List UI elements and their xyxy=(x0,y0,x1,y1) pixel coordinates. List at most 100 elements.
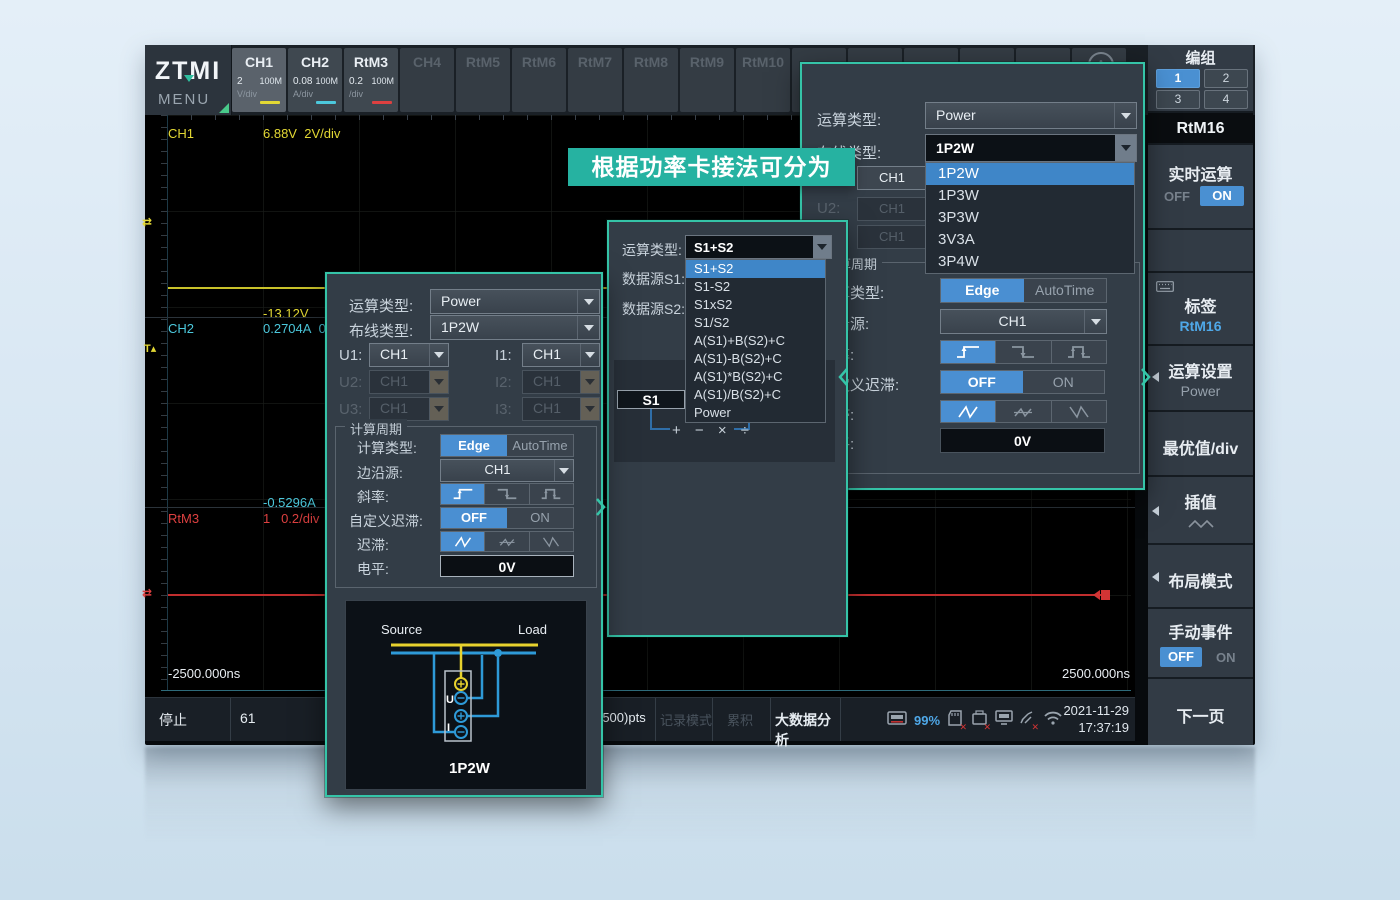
manual-event-off-option[interactable]: OFF xyxy=(1160,647,1202,667)
slope-rising-button[interactable] xyxy=(441,484,484,504)
option-a-minus-b-c[interactable]: A(S1)-B(S2)+C xyxy=(686,350,825,368)
wiring-type-dropdown[interactable]: 1P2W xyxy=(925,134,1137,162)
u1-source-dropdown[interactable]: CH1 xyxy=(857,166,927,190)
tab-label: RtM7 xyxy=(568,54,622,70)
option-a-div-b-c[interactable]: A(S1)/B(S2)+C xyxy=(686,386,825,404)
calc-settings-section[interactable]: 运算设置 Power xyxy=(1148,346,1253,412)
group-button-4[interactable]: 4 xyxy=(1204,90,1248,109)
level-value-field[interactable]: 0V xyxy=(440,555,574,577)
option-s1-div-s2[interactable]: S1/S2 xyxy=(686,314,825,332)
realtime-on-option[interactable]: ON xyxy=(1200,186,1244,206)
chevron-down-icon xyxy=(429,371,448,393)
tab-bandwidth: 100M xyxy=(315,76,338,86)
option-s1-plus-s2[interactable]: S1+S2 xyxy=(686,260,825,278)
autotime-option[interactable]: AutoTime xyxy=(507,435,573,456)
ch1-position-marker-icon[interactable]: ⇄ xyxy=(142,215,152,229)
option-a-plus-b-c[interactable]: A(S1)+B(S2)+C xyxy=(686,332,825,350)
option-s1-times-s2[interactable]: S1xS2 xyxy=(686,296,825,314)
option-a-times-b-c[interactable]: A(S1)*B(S2)+C xyxy=(686,368,825,386)
edge-autotime-toggle[interactable]: Edge AutoTime xyxy=(940,278,1107,303)
level-value-field[interactable]: 0V xyxy=(940,428,1105,453)
option-1p2w[interactable]: 1P2W xyxy=(926,163,1134,185)
chevron-down-icon xyxy=(1115,135,1136,161)
hysteresis-mid-button[interactable] xyxy=(484,532,528,551)
calc-type-dropdown[interactable]: S1+S2 xyxy=(685,235,832,259)
option-3v3a[interactable]: 3V3A xyxy=(926,229,1134,251)
best-value-div-section[interactable]: 最优值/div xyxy=(1148,412,1253,477)
tab-rtm3[interactable]: RtM3 0.2 100M /div xyxy=(344,48,398,112)
hysteresis-high-button[interactable] xyxy=(1051,401,1106,422)
ch1-readout: 6.88V 2V/div xyxy=(263,126,340,141)
edge-autotime-toggle[interactable]: Edge AutoTime xyxy=(440,434,574,457)
slope-falling-button[interactable] xyxy=(995,341,1050,363)
tab-rtm9[interactable]: RtM9 xyxy=(680,48,734,112)
big-data-cell[interactable]: 大数据分析 xyxy=(770,698,841,741)
record-mode-cell[interactable]: 记录模式 xyxy=(655,698,713,741)
interpolation-section[interactable]: 插值 xyxy=(1148,477,1253,545)
slope-both-button[interactable] xyxy=(1051,341,1106,363)
tab-ch1[interactable]: CH1 2 100M V/div xyxy=(232,48,286,112)
external-display-icon xyxy=(995,710,1013,731)
option-power[interactable]: Power xyxy=(686,404,825,422)
u3-source-dropdown: CH1 xyxy=(857,225,927,249)
edge-source-dropdown[interactable]: CH1 xyxy=(940,309,1107,334)
calc-type-value: Power xyxy=(926,103,1114,128)
edge-source-dropdown[interactable]: CH1 xyxy=(440,459,574,482)
tab-label: CH4 xyxy=(400,54,454,70)
next-page-section[interactable]: 下一页 xyxy=(1148,679,1253,745)
menu-button[interactable]: MENU xyxy=(158,91,210,108)
ch1-scale: 2V/div xyxy=(304,126,340,141)
source-label: Source xyxy=(381,622,422,637)
tab-color-strip xyxy=(316,101,336,104)
option-s1-minus-s2[interactable]: S1-S2 xyxy=(686,278,825,296)
tab-rtm8[interactable]: RtM8 xyxy=(624,48,678,112)
custom-hysteresis-toggle[interactable]: OFF ON xyxy=(940,370,1105,394)
group-button-2[interactable]: 2 xyxy=(1204,69,1248,88)
manual-event-on-option[interactable]: ON xyxy=(1216,650,1236,665)
calc-type-label: 运算类型: xyxy=(622,240,682,260)
edge-option[interactable]: Edge xyxy=(941,279,1024,302)
tab-rtm6[interactable]: RtM6 xyxy=(512,48,566,112)
wiring-type-dropdown[interactable]: 1P2W xyxy=(430,315,600,340)
label-section[interactable]: 标签 RtM16 xyxy=(1148,273,1253,346)
off-option[interactable]: OFF xyxy=(941,371,1023,393)
error-x-icon: ✕ xyxy=(983,722,991,733)
accumulate-cell[interactable]: 累积 xyxy=(712,698,771,741)
realtime-off-option[interactable]: OFF xyxy=(1164,189,1190,204)
group-button-3[interactable]: 3 xyxy=(1156,90,1200,109)
option-3p3w[interactable]: 3P3W xyxy=(926,207,1134,229)
u1-source-dropdown[interactable]: CH1 xyxy=(369,343,449,367)
on-option[interactable]: ON xyxy=(1023,371,1105,393)
edge-option[interactable]: Edge xyxy=(441,435,507,456)
tab-rtm10[interactable]: RtM10 xyxy=(736,48,790,112)
slope-rising-button[interactable] xyxy=(941,341,995,363)
rtm3-position-marker-icon[interactable]: ⇄ xyxy=(142,586,152,600)
s1-source-box[interactable]: S1 xyxy=(617,390,685,409)
calc-type-dropdown[interactable]: Power xyxy=(430,289,600,314)
hysteresis-low-button[interactable] xyxy=(441,532,484,551)
tab-ch2[interactable]: CH2 0.08 100M A/div xyxy=(288,48,342,112)
custom-hysteresis-toggle[interactable]: OFF ON xyxy=(440,507,574,529)
calc-type-dropdown[interactable]: Power xyxy=(925,102,1137,129)
slope-falling-button[interactable] xyxy=(484,484,528,504)
tab-rtm5[interactable]: RtM5 xyxy=(456,48,510,112)
group-button-1[interactable]: 1 xyxy=(1156,69,1200,88)
on-option[interactable]: ON xyxy=(507,508,573,528)
option-1p3w[interactable]: 1P3W xyxy=(926,185,1134,207)
off-option[interactable]: OFF xyxy=(441,508,507,528)
tab-rtm7[interactable]: RtM7 xyxy=(568,48,622,112)
status-bar: 停止 61 (500)pts 记录模式 累积 大数据分析 99% ✕ xyxy=(145,697,1135,741)
hysteresis-mid-button[interactable] xyxy=(995,401,1050,422)
hysteresis-high-button[interactable] xyxy=(529,532,573,551)
calc-type-label: 运算类型: xyxy=(817,109,881,130)
operators-row: + − × ÷ xyxy=(672,422,754,439)
trigger-level-marker-icon[interactable]: T▴ xyxy=(144,342,156,355)
autotime-option[interactable]: AutoTime xyxy=(1024,279,1107,302)
i1-source-dropdown[interactable]: CH1 xyxy=(522,343,600,367)
tab-ch4[interactable]: CH4 xyxy=(400,48,454,112)
points-value: (500)pts xyxy=(598,710,646,725)
option-3p4w[interactable]: 3P4W xyxy=(926,251,1134,273)
layout-mode-section[interactable]: 布局模式 xyxy=(1148,545,1253,609)
slope-both-button[interactable] xyxy=(529,484,573,504)
hysteresis-low-button[interactable] xyxy=(941,401,995,422)
